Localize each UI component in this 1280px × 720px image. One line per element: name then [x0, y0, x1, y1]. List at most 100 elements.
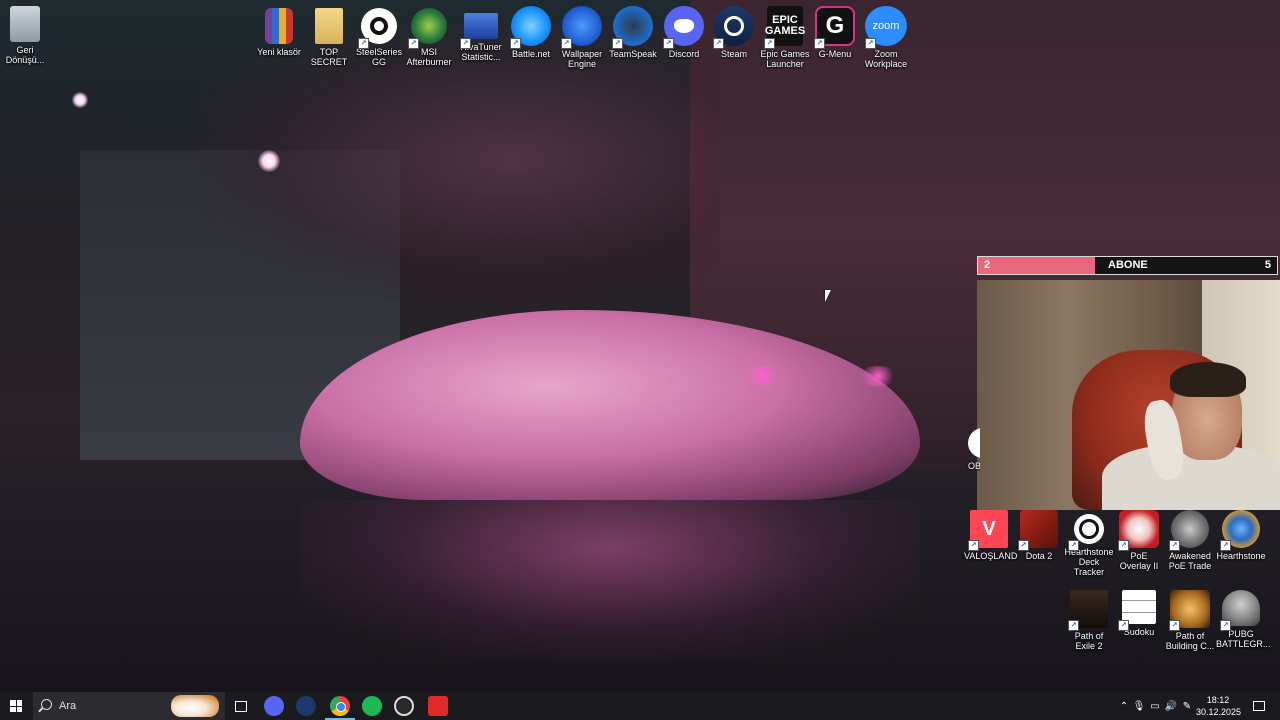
desktop-icon-g-menu[interactable]: G ↗ G-Menu	[810, 6, 860, 59]
desktop-icon-rivatuner[interactable]: ↗ RivaTuner Statistic...	[456, 8, 506, 62]
subscriber-goal-target: 5	[1264, 259, 1271, 271]
rivatuner-icon	[464, 13, 498, 39]
desktop-icon-valorant[interactable]: V ↗ VALOŞLAND	[964, 510, 1018, 561]
desktop-icon-label: PUBG BATTLEGR...	[1216, 629, 1271, 649]
desktop-icon-label: SteelSeries GG	[355, 47, 403, 67]
shortcut-arrow-icon: ↗	[1169, 540, 1180, 551]
desktop-icon-msi-afterburner[interactable]: ↗ MSI Afterburner	[404, 8, 454, 67]
desktop-icon-path-of-building[interactable]: ↗ Path of Building C...	[1165, 590, 1215, 651]
desktop-icon-obs-partial[interactable]: OB	[960, 428, 980, 471]
desktop-icon-label: TOP SECRET	[310, 47, 348, 67]
taskbar-chrome[interactable]	[325, 696, 355, 720]
subscriber-goal-title: ABONE	[1108, 259, 1148, 271]
desktop-icon-label: Path of Exile 2	[1074, 631, 1104, 651]
shortcut-arrow-icon: ↗	[814, 38, 825, 49]
desktop-icon-epic-games[interactable]: EPIC GAMES ↗ Epic Games Launcher	[760, 6, 810, 69]
taskbar-search-box[interactable]: Ara	[33, 692, 225, 720]
wallpaper-tail-light	[858, 366, 898, 386]
shortcut-arrow-icon: ↗	[1118, 540, 1129, 551]
desktop-icon-label: Hearthstone	[1216, 551, 1266, 561]
desktop-icon-pubg[interactable]: ↗ PUBG BATTLEGR...	[1216, 590, 1271, 649]
search-placeholder: Ara	[59, 700, 77, 712]
desktop-icon-steam[interactable]: ↗ Steam	[709, 6, 759, 59]
shortcut-arrow-icon: ↗	[1220, 620, 1231, 631]
desktop-icon-label: VALOŞLAND	[964, 551, 1018, 561]
taskbar-spotify[interactable]	[362, 696, 382, 716]
desktop-icon-dota2[interactable]: ↗ Dota 2	[1014, 510, 1064, 561]
task-view-button[interactable]	[230, 696, 250, 716]
desktop-icon-awakened-poe-trade[interactable]: ↗ Awakened PoE Trade	[1165, 510, 1215, 571]
shortcut-arrow-icon: ↗	[1068, 620, 1079, 631]
taskbar-steam[interactable]	[296, 696, 316, 716]
desktop-icon-label: Epic Games Launcher	[760, 49, 810, 69]
shortcut-arrow-icon: ↗	[663, 38, 674, 49]
notifications-button[interactable]	[1248, 692, 1270, 720]
shortcut-arrow-icon: ↗	[1018, 540, 1029, 551]
tray-overflow-chevron-icon[interactable]: ⌃	[1117, 701, 1131, 712]
search-icon	[41, 699, 52, 710]
desktop-icon-zoom[interactable]: zoom ↗ Zoom Workplace	[861, 6, 911, 69]
volume-icon[interactable]: 🔊	[1163, 701, 1179, 712]
network-icon[interactable]: ▭	[1147, 701, 1163, 712]
desktop-icon-recycle-bin[interactable]: Geri Dönüşü...	[0, 6, 50, 65]
shortcut-arrow-icon: ↗	[968, 540, 979, 551]
subscriber-goal-current: 2	[984, 259, 991, 271]
folder-icon	[315, 8, 343, 44]
desktop-icon-label: TeamSpeak	[609, 49, 657, 59]
obs-icon	[968, 428, 980, 458]
desktop-icon-label: G-Menu	[818, 49, 852, 59]
taskbar-clock[interactable]: 18:12 30.12.2025	[1196, 694, 1242, 718]
desktop-icon-sudoku[interactable]: ↗ Sudoku	[1114, 590, 1164, 637]
microphone-icon[interactable]: 🎙	[1131, 701, 1147, 712]
shortcut-arrow-icon: ↗	[510, 38, 521, 49]
taskbar-discord[interactable]	[264, 696, 284, 716]
desktop-icon-label: Yeni klasör	[257, 47, 301, 57]
desktop-icon-label: Path of Building C...	[1165, 631, 1215, 651]
notification-icon	[1253, 701, 1265, 711]
desktop-icon-battlenet[interactable]: ↗ Battle.net	[506, 6, 556, 59]
clock-date: 30.12.2025	[1196, 707, 1242, 717]
desktop-icon-label: Battle.net	[511, 49, 551, 59]
webcam-person	[1062, 360, 1280, 510]
clock-time: 18:12	[1206, 695, 1230, 705]
desktop-icon-label: MSI Afterburner	[406, 47, 452, 67]
wallpaper-tail-light	[742, 366, 782, 386]
recycle-bin-icon	[10, 6, 40, 42]
windows-logo-icon	[10, 700, 22, 712]
desktop-icon-top-secret[interactable]: TOP SECRET	[304, 8, 354, 67]
desktop-icon-path-of-exile-2[interactable]: ↗ Path of Exile 2	[1064, 590, 1114, 651]
desktop-icon-label: OB	[968, 461, 980, 471]
pen-ink-icon[interactable]: ✎	[1179, 701, 1195, 712]
taskbar-red-app[interactable]	[428, 696, 448, 716]
desktop-icon-label: Geri Dönüşü...	[5, 45, 45, 65]
desktop-icon-teamspeak[interactable]: ↗ TeamSpeak	[608, 6, 658, 59]
search-highlight-image	[171, 695, 219, 717]
desktop-icon-hearthstone[interactable]: ↗ Hearthstone	[1216, 510, 1266, 561]
desktop-icon-discord[interactable]: ↗ Discord	[659, 6, 709, 59]
shortcut-arrow-icon: ↗	[865, 38, 876, 49]
shortcut-arrow-icon: ↗	[1118, 620, 1129, 631]
desktop-icon-hearthstone-deck-tracker[interactable]: ↗ Hearthstone Deck Tracker	[1064, 510, 1114, 577]
desktop-icon-steelseries[interactable]: ↗ SteelSeries GG	[354, 8, 404, 67]
desktop-icon-wallpaper-engine[interactable]: ↗ Wallpaper Engine	[557, 6, 607, 69]
chrome-taskbar-icon	[336, 702, 346, 712]
shortcut-arrow-icon: ↗	[612, 38, 623, 49]
desktop-icon-poe-overlay[interactable]: ↗ PoE Overlay II	[1114, 510, 1164, 571]
desktop-icon-label: Hearthstone Deck Tracker	[1064, 547, 1114, 577]
wallpaper-car-reflection	[300, 500, 920, 660]
taskbar-obs[interactable]	[394, 696, 414, 716]
desktop-icon-label: Wallpaper Engine	[561, 49, 603, 69]
shortcut-arrow-icon: ↗	[408, 38, 419, 49]
system-tray: ⌃ 🎙 ▭ 🔊 ✎	[1117, 692, 1195, 720]
wallpaper-pink-lamp	[258, 150, 280, 172]
shortcut-arrow-icon: ↗	[1220, 540, 1231, 551]
start-button[interactable]	[0, 692, 32, 720]
shortcut-arrow-icon: ↗	[1169, 620, 1180, 631]
subscriber-goal-bar: 2 ABONE 5	[977, 256, 1278, 275]
desktop-icon-label: Zoom Workplace	[864, 49, 908, 69]
subscriber-goal-progress	[978, 257, 1095, 274]
desktop-icon-yeni-klasor[interactable]: Yeni klasör	[254, 8, 304, 57]
shortcut-arrow-icon: ↗	[561, 38, 572, 49]
desktop-icon-label: Awakened PoE Trade	[1168, 551, 1212, 571]
wallpaper-street-lamp	[72, 92, 88, 108]
